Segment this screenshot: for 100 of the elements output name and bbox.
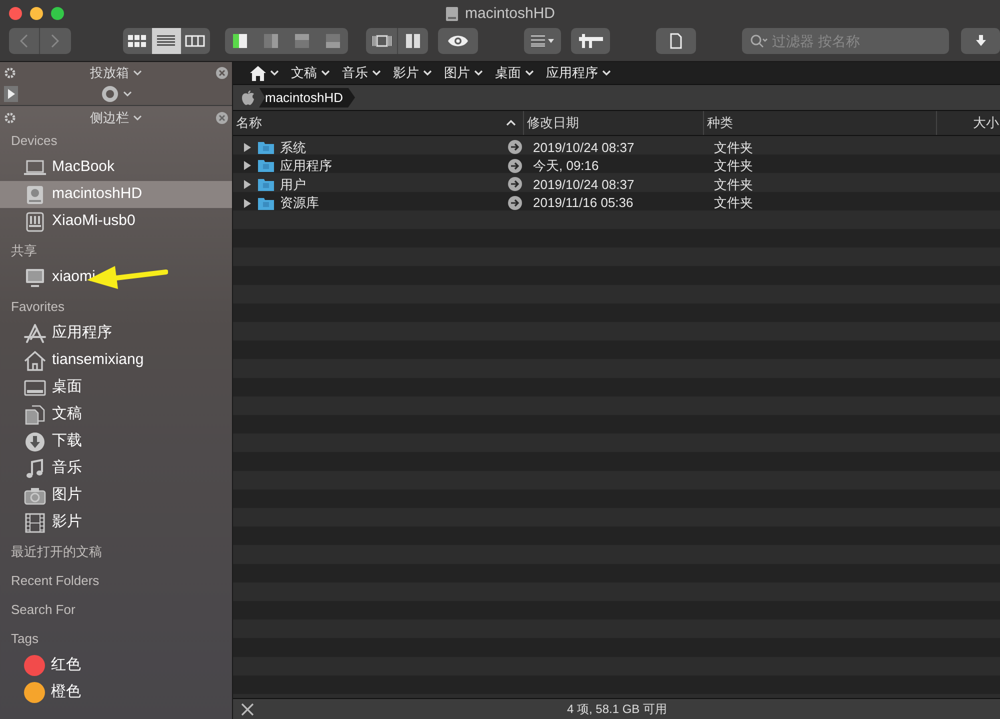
- sidebar-item[interactable]: 影片: [0, 509, 232, 536]
- desktop-icon: [24, 380, 46, 396]
- sidebar-item[interactable]: 橙色: [0, 679, 232, 706]
- file-name: 用户: [280, 176, 306, 194]
- section-heading: 最近打开的文稿: [10, 542, 103, 560]
- path-crumb[interactable]: macintoshHD: [259, 88, 356, 108]
- pane-layout-icon: [232, 33, 248, 49]
- caliper-icon: [578, 34, 603, 48]
- coverflow-icon: [370, 35, 393, 47]
- document-icon: [25, 404, 45, 424]
- sidebar-item[interactable]: 图片: [0, 482, 232, 509]
- arrange-button[interactable]: [524, 28, 562, 54]
- status-text: 4 项, 58.1 GB 可用: [566, 701, 668, 718]
- chevron-right-icon: [51, 34, 60, 48]
- quick-look-button[interactable]: [438, 28, 478, 54]
- favorite-menu-button[interactable]: 文稿: [291, 63, 330, 83]
- chevron-down-icon: [602, 70, 611, 76]
- sidebar-item[interactable]: 红色: [0, 652, 232, 679]
- favorite-menu-button[interactable]: 桌面: [495, 63, 534, 83]
- favorite-menu-button[interactable]: 图片: [444, 63, 483, 83]
- panel-title: 投放箱: [90, 64, 129, 82]
- home-icon: [249, 64, 267, 82]
- laptop-icon: [24, 160, 46, 176]
- section-heading: Favorites: [10, 298, 66, 316]
- disclosure-triangle-icon[interactable]: [243, 161, 252, 170]
- home-icon: [24, 350, 46, 370]
- chevron-down-icon[interactable]: [122, 91, 132, 98]
- column-header[interactable]: 大小: [937, 111, 1000, 135]
- gear-icon[interactable]: [4, 112, 16, 124]
- film-icon: [25, 512, 45, 532]
- columns-icon: [185, 35, 206, 47]
- search-icon: [750, 34, 768, 48]
- caret-icon: [548, 39, 554, 43]
- pane-layout-icon: [263, 33, 280, 49]
- chevron-down-icon: [372, 70, 381, 76]
- section-heading: Recent Folders: [10, 572, 100, 590]
- folder-icon: [258, 140, 274, 154]
- icon-grid-icon: [128, 35, 146, 47]
- favorite-menu-button[interactable]: 音乐: [342, 63, 381, 83]
- apple-icon[interactable]: [241, 90, 255, 106]
- chevron-down-icon: [321, 70, 330, 76]
- tools-icon[interactable]: [241, 702, 254, 716]
- kind-cell-text: 文件夹: [713, 157, 754, 176]
- close-icon[interactable]: [216, 66, 228, 79]
- close-button[interactable]: [9, 6, 22, 20]
- chevron-down-icon: [525, 70, 534, 76]
- chevron-left-icon: [20, 34, 28, 48]
- list-view-button[interactable]: [152, 28, 181, 54]
- new-file-button[interactable]: [656, 28, 696, 54]
- sidebar-item[interactable]: 桌面: [0, 374, 232, 401]
- sidebar-item[interactable]: XiaoMi-usb0: [0, 208, 232, 235]
- download-icon: [25, 432, 45, 452]
- download-button[interactable]: [961, 28, 1000, 54]
- kind-cell-text: 文件夹: [713, 138, 754, 157]
- date-cell-text: 2019/10/24 08:37: [532, 176, 636, 194]
- column-header[interactable]: 修改日期: [524, 111, 704, 135]
- sidebar-item[interactable]: MacBook: [0, 154, 232, 181]
- chevron-down-icon: [423, 70, 432, 76]
- sidebar-item[interactable]: macintoshHD: [0, 181, 232, 208]
- sidebar-item[interactable]: 文稿: [0, 401, 232, 428]
- chevron-down-icon: [474, 70, 483, 76]
- disclosure-triangle-icon[interactable]: [243, 142, 252, 152]
- section-heading: Devices: [10, 132, 58, 150]
- usb-drive-icon: [26, 212, 44, 232]
- monitor-icon: [25, 268, 45, 288]
- disclosure-triangle-icon[interactable]: [243, 180, 252, 189]
- close-icon[interactable]: [216, 112, 228, 124]
- sidebar-item[interactable]: 下载: [0, 428, 232, 455]
- sidebar-item[interactable]: 应用程序: [0, 320, 232, 347]
- favorite-menu-button[interactable]: 影片: [393, 63, 432, 83]
- kind-cell-text: 文件夹: [713, 176, 754, 194]
- chevron-down-icon[interactable]: [133, 70, 142, 76]
- sidebar-item[interactable]: 音乐: [0, 455, 232, 482]
- disclosure-triangle-icon[interactable]: [243, 198, 252, 208]
- column-header[interactable]: 种类: [704, 111, 937, 135]
- minimize-button[interactable]: [30, 6, 43, 20]
- section-heading: 共享: [10, 242, 38, 260]
- folder-icon: [258, 159, 274, 172]
- panel-title: 侧边栏: [90, 109, 129, 128]
- favorite-menu-button[interactable]: 应用程序: [546, 63, 611, 83]
- app-store-icon: [24, 324, 46, 344]
- caliper-button[interactable]: [571, 28, 610, 54]
- date-cell-text: 2019/11/16 05:36: [532, 194, 634, 212]
- file-name: 系统: [280, 138, 306, 157]
- column-header[interactable]: 名称: [233, 111, 524, 135]
- gear-icon[interactable]: [4, 66, 16, 79]
- target-icon[interactable]: [100, 85, 118, 104]
- chevron-down-icon: [270, 70, 279, 76]
- date-cell-text: 今天, 09:16: [532, 157, 600, 176]
- list-icon: [157, 35, 176, 47]
- section-heading: Search For: [10, 600, 76, 618]
- play-icon[interactable]: [4, 86, 18, 102]
- file-name: 应用程序: [280, 157, 332, 176]
- home-menu-button[interactable]: [249, 64, 279, 82]
- chevron-down-icon[interactable]: [133, 115, 142, 121]
- zoom-button[interactable]: [51, 6, 64, 20]
- window-title: macintoshHD: [464, 4, 556, 24]
- kind-cell-text: 文件夹: [713, 194, 754, 212]
- document-icon: [670, 33, 682, 49]
- sidebar-item[interactable]: tiansemixiang: [0, 347, 232, 374]
